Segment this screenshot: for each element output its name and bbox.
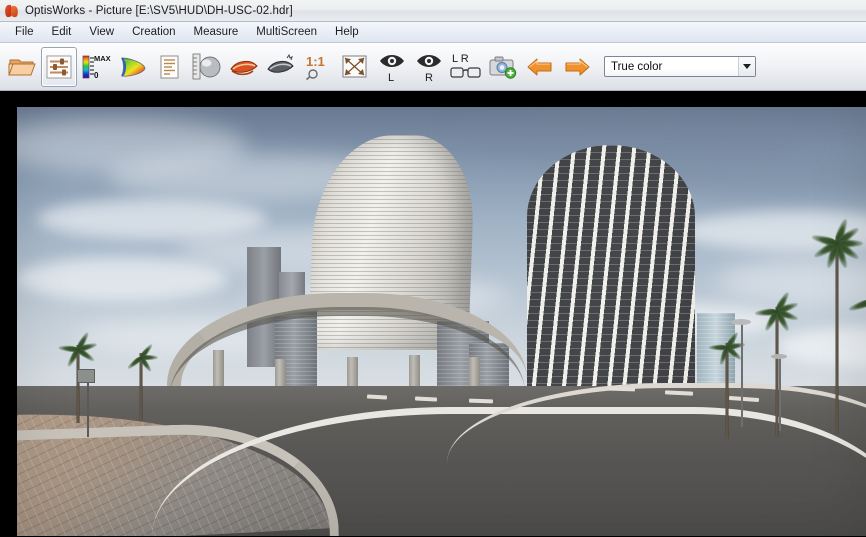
stereo-label: L R (452, 53, 469, 65)
sphere-measure-button[interactable] (189, 47, 225, 87)
false-color-scale-button[interactable]: MAX 0 (78, 47, 114, 87)
eye-right-icon: R (417, 54, 441, 84)
chevron-down-icon[interactable] (738, 57, 755, 76)
color-scale-max-label: MAX (94, 54, 111, 63)
fit-to-window-button[interactable] (337, 47, 373, 87)
main-toolbar: MAX 0 1:1 L R L R True color (0, 43, 866, 91)
previous-button[interactable] (522, 47, 558, 87)
report-button[interactable] (152, 47, 188, 87)
palm-tree (753, 290, 801, 437)
palm-tree (845, 297, 866, 447)
menu-item-edit[interactable]: Edit (43, 24, 81, 41)
adjust-levels-button[interactable] (41, 46, 77, 87)
right-eye-button[interactable]: R (411, 47, 447, 87)
menu-item-multiscreen[interactable]: MultiScreen (247, 24, 326, 41)
menu-item-creation[interactable]: Creation (123, 24, 184, 41)
arrow-right-icon (565, 58, 590, 75)
gray-eye-icon (267, 53, 294, 73)
svg-text:1:1: 1:1 (306, 54, 325, 69)
zoom-actual-button[interactable]: 1:1 (300, 47, 336, 87)
window-title: OptisWorks - Picture [E:\SV5\HUD\DH-USC-… (25, 4, 293, 17)
optis-logo-icon (4, 3, 20, 19)
next-button[interactable] (559, 47, 595, 87)
color-scale-icon: MAX 0 (82, 54, 111, 80)
folder-open-icon (8, 59, 36, 75)
right-eye-label: R (425, 72, 433, 84)
title-bar: OptisWorks - Picture [E:\SV5\HUD\DH-USC-… (0, 0, 866, 22)
image-viewer-canvas[interactable] (0, 91, 866, 537)
menu-bar: File Edit View Creation Measure MultiScr… (0, 22, 866, 43)
menu-item-measure[interactable]: Measure (185, 24, 248, 41)
3d-glasses-icon: L R (450, 53, 481, 78)
color-gamut-icon (121, 56, 146, 77)
menu-item-file[interactable]: File (6, 24, 43, 41)
sphere-ruler-icon (192, 53, 221, 79)
sliders-icon (46, 55, 72, 78)
palm-tree (55, 330, 101, 423)
eye-glare-button[interactable] (263, 47, 299, 87)
hdr-image[interactable] (17, 107, 866, 536)
document-icon (160, 55, 179, 78)
open-file-button[interactable] (4, 47, 40, 87)
stereo-glasses-button[interactable]: L R (448, 47, 484, 87)
arrow-left-icon (527, 58, 552, 75)
application-window: OptisWorks - Picture [E:\SV5\HUD\DH-USC-… (0, 0, 866, 537)
render-mode-value: True color (611, 60, 663, 73)
eye-sensitivity-button[interactable] (226, 47, 262, 87)
palm-tree (121, 342, 161, 421)
one-to-one-zoom-icon: 1:1 (305, 54, 325, 80)
add-snapshot-button[interactable] (485, 47, 521, 87)
left-eye-button[interactable]: L (374, 47, 410, 87)
eye-left-icon: L (380, 54, 404, 84)
menu-item-view[interactable]: View (80, 24, 123, 41)
color-scale-min-label: 0 (94, 71, 99, 80)
menu-item-help[interactable]: Help (326, 24, 368, 41)
glass-office-tower (527, 145, 695, 400)
camera-add-icon (489, 56, 517, 79)
chromaticity-button[interactable] (115, 47, 151, 87)
render-mode-select[interactable]: True color (604, 56, 756, 77)
fit-to-window-icon (342, 55, 367, 77)
left-eye-label: L (388, 72, 394, 84)
orange-eye-icon (230, 60, 258, 75)
